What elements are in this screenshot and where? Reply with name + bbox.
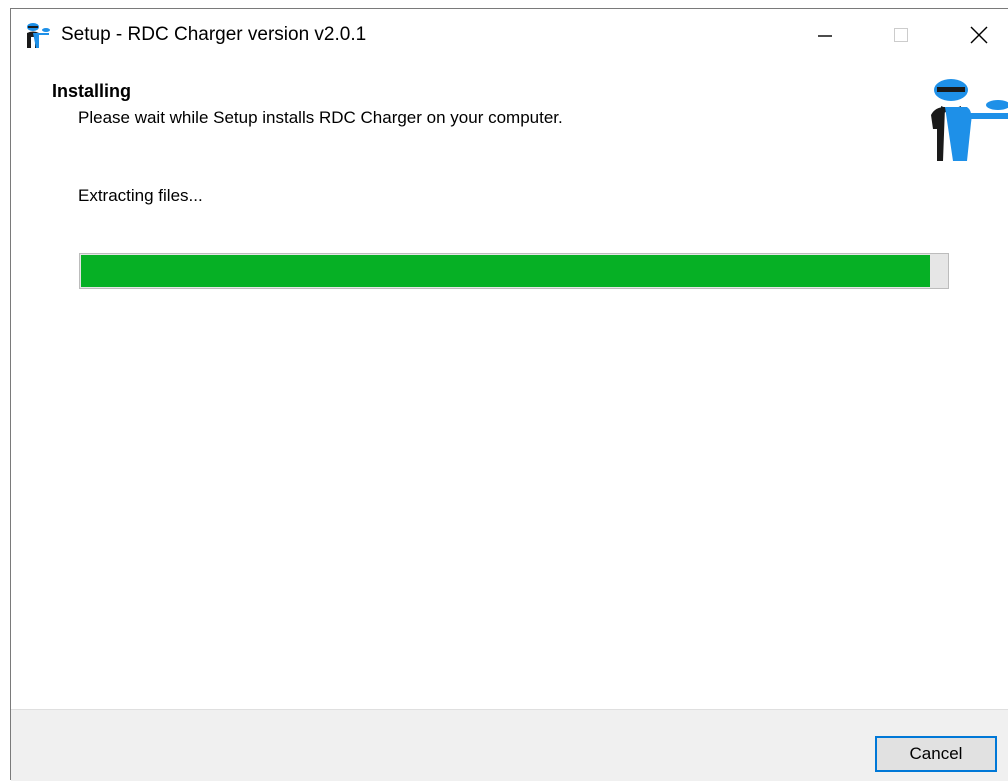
title-bar[interactable]: Setup - RDC Charger version v2.0.1 <box>11 9 1008 61</box>
page-subtitle: Please wait while Setup installs RDC Cha… <box>78 108 563 127</box>
maximize-button <box>871 9 931 61</box>
close-button[interactable] <box>949 9 1008 61</box>
app-butler-icon <box>27 23 50 48</box>
progress-bar-fill <box>81 255 930 287</box>
minimize-button[interactable] <box>795 9 855 61</box>
progress-bar <box>79 253 949 289</box>
wizard-header: Installing Please wait while Setup insta… <box>11 61 1008 161</box>
setup-window: Setup - RDC Charger version v2.0.1 Insta… <box>10 8 1008 781</box>
close-icon <box>970 26 988 44</box>
window-title: Setup - RDC Charger version v2.0.1 <box>61 24 367 45</box>
minimize-icon <box>818 35 832 37</box>
butler-logo <box>931 79 1008 161</box>
page-title: Installing <box>52 81 132 101</box>
wizard-footer: Cancel <box>11 709 1008 781</box>
cancel-button[interactable]: Cancel <box>875 736 997 772</box>
status-text: Extracting files... <box>78 186 203 205</box>
maximize-icon <box>894 28 908 42</box>
